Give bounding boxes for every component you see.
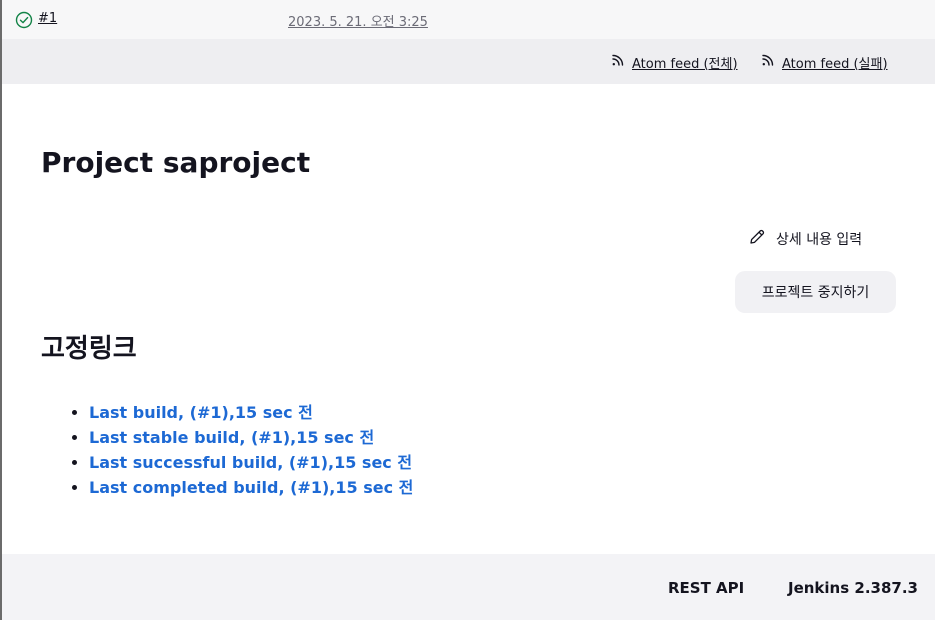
last-stable-build-link[interactable]: Last stable build, (#1),15 sec 전 bbox=[89, 428, 374, 447]
rss-icon bbox=[610, 52, 626, 72]
page-footer: REST API Jenkins 2.387.3 bbox=[2, 554, 935, 620]
build-time-link[interactable]: 2023. 5. 21. 오전 3:25 bbox=[288, 11, 428, 30]
edit-description-label: 상세 내용 입력 bbox=[776, 232, 863, 248]
feed-bar: Atom feed (전체) Atom feed (실패) bbox=[2, 39, 935, 84]
build-number-link[interactable]: #1 bbox=[38, 11, 57, 26]
permalinks-list: Last build, (#1),15 sec 전 Last stable bu… bbox=[48, 400, 413, 500]
list-item: Last completed build, (#1),15 sec 전 bbox=[89, 475, 413, 500]
atom-feed-all-label: Atom feed (전체) bbox=[632, 56, 738, 72]
rss-icon bbox=[760, 52, 776, 72]
list-item: Last stable build, (#1),15 sec 전 bbox=[89, 425, 413, 450]
page-title: Project saproject bbox=[41, 146, 311, 179]
jenkins-version-link[interactable]: Jenkins 2.387.3 bbox=[788, 579, 918, 597]
rest-api-link[interactable]: REST API bbox=[668, 579, 744, 597]
last-completed-build-link[interactable]: Last completed build, (#1),15 sec 전 bbox=[89, 478, 413, 497]
permalinks-heading: 고정링크 bbox=[41, 334, 137, 364]
build-history-row: #1 2023. 5. 21. 오전 3:25 bbox=[2, 0, 935, 39]
last-successful-build-link[interactable]: Last successful build, (#1),15 sec 전 bbox=[89, 453, 412, 472]
edit-description-link[interactable]: 상세 내용 입력 bbox=[748, 228, 862, 250]
disable-project-button[interactable]: 프로젝트 중지하기 bbox=[735, 271, 896, 313]
last-build-link[interactable]: Last build, (#1),15 sec 전 bbox=[89, 403, 313, 422]
atom-feed-all-link[interactable]: Atom feed (전체) bbox=[610, 52, 738, 72]
atom-feed-failures-label: Atom feed (실패) bbox=[782, 56, 888, 72]
pencil-icon bbox=[748, 228, 766, 250]
success-check-icon bbox=[15, 11, 33, 29]
list-item: Last build, (#1),15 sec 전 bbox=[89, 400, 413, 425]
list-item: Last successful build, (#1),15 sec 전 bbox=[89, 450, 413, 475]
atom-feed-failures-link[interactable]: Atom feed (실패) bbox=[760, 52, 888, 72]
